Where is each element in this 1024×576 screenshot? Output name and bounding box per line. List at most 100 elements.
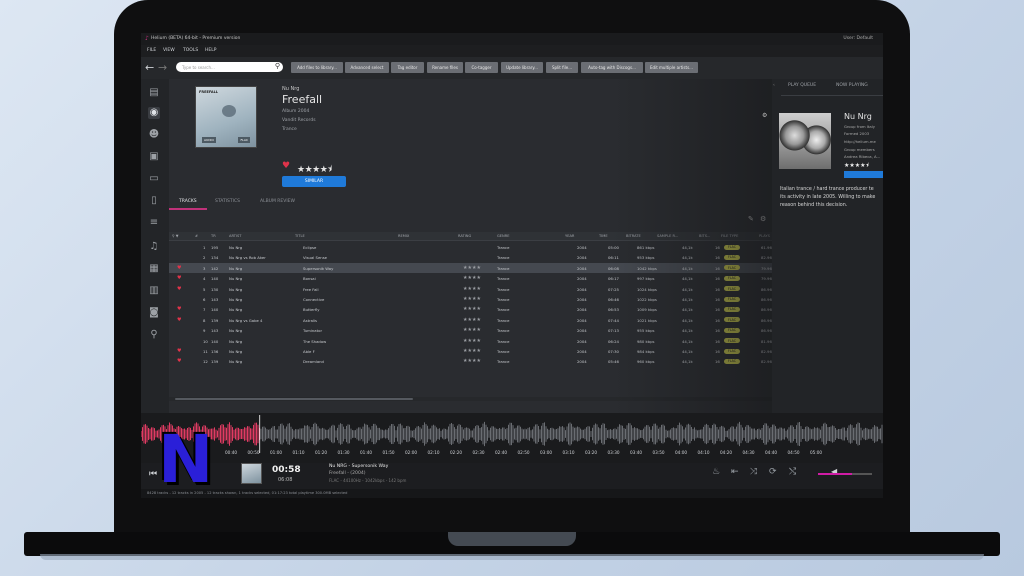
laptop-notch	[448, 532, 576, 546]
artist-website[interactable]: http://helium.me	[844, 139, 876, 144]
favorite-heart-icon[interactable]: ♥	[177, 358, 181, 364]
add-files-button[interactable]: Add files to library...	[291, 62, 343, 73]
favorite-heart-icon[interactable]: ♥	[177, 275, 181, 281]
row-title: Able F	[303, 349, 315, 354]
row-artist: Nu Nrg	[229, 349, 243, 354]
back-arrow-icon[interactable]: ←	[145, 62, 154, 73]
library-icon[interactable]: ▤	[148, 87, 160, 99]
tab-album-review[interactable]: ALBUM REVIEW	[260, 199, 295, 204]
monitor-icon[interactable]: ▭	[148, 173, 160, 185]
search-input[interactable]: Type to search... ⚲	[176, 62, 283, 72]
advanced-select-button[interactable]: Advanced select	[345, 62, 389, 73]
similar-button[interactable]: SIMILAR	[282, 176, 346, 187]
row-rating: ★★★★	[463, 327, 481, 334]
row-rating: ★★★★	[463, 337, 481, 344]
search-sidebar-icon[interactable]: ⚲	[148, 329, 160, 341]
timeline-tick: 03:30	[607, 450, 620, 455]
menu-help[interactable]: HELP	[205, 48, 216, 53]
now-playing-album[interactable]: Freefall - (2004)	[329, 471, 366, 476]
tab-statistics[interactable]: STATISTICS	[215, 199, 240, 204]
column-filter-icon[interactable]: ⚲ ▼	[172, 234, 179, 238]
favorite-heart-icon[interactable]: ♥	[177, 306, 181, 312]
waveform[interactable]	[141, 413, 883, 463]
total-time: 06:08	[278, 477, 293, 483]
co-tagger-button[interactable]: Co-tagger	[465, 62, 498, 73]
favorite-heart-icon[interactable]: ♥	[177, 348, 181, 354]
row-track: 142	[211, 265, 219, 271]
panel-settings-icon[interactable]: ⚙	[762, 112, 767, 119]
now-playing-title[interactable]: Nu NRG - Supersonik Way	[329, 464, 388, 469]
favorite-heart-icon[interactable]: ♥	[177, 265, 181, 271]
row-rating: ★★★★	[463, 275, 481, 282]
timeline-tick: 00:50	[247, 450, 260, 455]
row-title: Connective	[303, 297, 325, 302]
col-rating[interactable]: RATING	[458, 234, 471, 238]
timeline-tick: 04:30	[742, 450, 755, 455]
col-title[interactable]: TITLE	[295, 234, 305, 238]
waveform-graphic[interactable]	[141, 415, 883, 453]
artist-name: Nu Nrg	[844, 112, 872, 121]
col-year[interactable]: YEAR	[565, 234, 574, 238]
row-genre: Trance	[497, 307, 510, 313]
album-genre[interactable]: Trance	[282, 127, 297, 132]
artist-action-button[interactable]	[844, 171, 883, 178]
row-artist: Nu Nrg	[229, 307, 243, 313]
album-artist[interactable]: Nu Nrg	[282, 86, 299, 92]
menu-view[interactable]: VIEW	[163, 48, 175, 53]
document-icon[interactable]: ▯	[148, 195, 160, 207]
album-cover[interactable]: FREEFALL AUDIO FLAC	[195, 86, 257, 148]
row-year: 2004	[577, 338, 587, 344]
back-step-icon[interactable]: ⇤	[731, 467, 739, 477]
row-year: 2004	[577, 349, 587, 354]
previous-track-icon[interactable]: ⏮	[149, 469, 157, 479]
update-library-button[interactable]: Update library...	[501, 62, 543, 73]
album-label[interactable]: Vandit Records	[282, 118, 316, 123]
rename-files-button[interactable]: Rename files	[427, 62, 463, 73]
menu-file[interactable]: FILE	[147, 48, 156, 53]
col-track[interactable]: TR	[211, 234, 216, 238]
artists-icon[interactable]: ☻	[148, 129, 160, 141]
tab-play-queue[interactable]: PLAY QUEUE	[788, 83, 816, 88]
scrollbar-thumb[interactable]	[175, 398, 413, 400]
crossfade-icon[interactable]: ⤭	[789, 467, 796, 477]
timeline-tick: 02:20	[450, 450, 463, 455]
col-remix[interactable]: REMIX	[398, 234, 409, 238]
tag-editor-button[interactable]: Tag editor	[391, 62, 424, 73]
radio-icon[interactable]: ◙	[148, 307, 160, 319]
row-genre: Trance	[497, 286, 510, 292]
shuffle-icon[interactable]: ⤨	[750, 467, 757, 477]
sidebar: ▤ ◉ ☻ ▣ ▭ ▯ ≡ ♫ ▦ ▥ ◙ ⚲	[141, 79, 169, 413]
menu-tools[interactable]: TOOLS	[183, 48, 198, 53]
calendar-icon[interactable]: ▦	[148, 263, 160, 275]
collapse-panel-icon[interactable]: ‹	[773, 83, 775, 88]
volume-icon[interactable]: ◀	[831, 467, 837, 476]
edit-multiple-artists-button[interactable]: Edit multiple artists...	[645, 62, 698, 73]
col-artist[interactable]: ARTIST	[229, 234, 241, 238]
auto-tag-discogs-button[interactable]: Auto-tag with Discogs...	[581, 62, 643, 73]
favorite-heart-icon[interactable]: ♥	[282, 161, 290, 171]
status-bar: 8428 tracks - 12 tracks in 2005 - 12 tra…	[141, 489, 883, 498]
albums-icon[interactable]: ◉	[148, 107, 160, 119]
user-info[interactable]: User: Default	[843, 36, 873, 41]
col-number[interactable]: #	[195, 234, 198, 238]
contacts-icon[interactable]: ▣	[148, 151, 160, 163]
tab-tracks[interactable]: TRACKS	[179, 199, 197, 204]
split-file-button[interactable]: Split file...	[546, 62, 578, 73]
favorite-heart-icon[interactable]: ♥	[177, 286, 181, 292]
volume-slider[interactable]	[818, 473, 872, 475]
row-genre: Trance	[497, 255, 510, 261]
artist-rating-stars[interactable]: ★★★★⯨	[844, 161, 869, 171]
repeat-icon[interactable]: ⟳	[769, 467, 777, 477]
row-number: 3	[203, 265, 206, 271]
forward-arrow-icon[interactable]: →	[158, 62, 167, 73]
statistics-icon[interactable]: ▥	[148, 285, 160, 297]
playlist-icon[interactable]: ≡	[148, 217, 160, 229]
timeline-tick: 01:50	[382, 450, 395, 455]
fire-icon[interactable]: ♨	[712, 467, 720, 477]
col-genre[interactable]: GENRE	[497, 234, 510, 238]
music-note-icon[interactable]: ♫	[148, 241, 160, 253]
col-time[interactable]: TIME	[599, 234, 608, 238]
tab-now-playing[interactable]: NOW PLAYING	[836, 83, 868, 88]
favorite-heart-icon[interactable]: ♥	[177, 317, 181, 323]
now-playing-thumbnail[interactable]	[241, 463, 262, 484]
